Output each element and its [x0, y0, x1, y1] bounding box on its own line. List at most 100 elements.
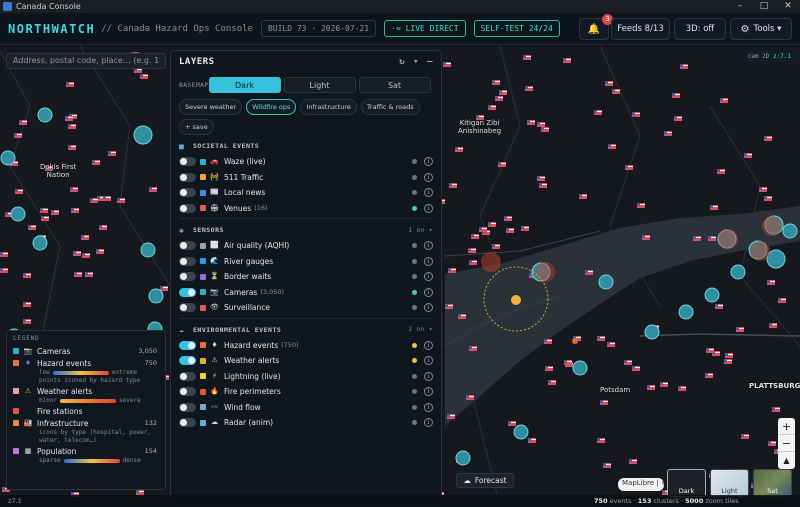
camera-flag-marker[interactable] [544, 339, 552, 344]
camera-flag-marker[interactable] [488, 222, 496, 227]
camera-flag-marker[interactable] [632, 112, 640, 117]
info-icon[interactable]: i [424, 157, 433, 167]
info-icon[interactable]: i [424, 188, 433, 198]
camera-flag-marker[interactable] [563, 58, 571, 63]
info-icon[interactable]: i [424, 303, 433, 313]
camera-flag-marker[interactable] [759, 187, 767, 192]
camera-flag-marker[interactable] [443, 62, 451, 67]
layer-section-header[interactable]: ■ SOCIETAL EVENTS [171, 138, 441, 154]
basemap-thumb-light[interactable]: Light [710, 469, 749, 497]
preset-chip[interactable]: Traffic & roads [360, 99, 420, 115]
basemap-option-sat[interactable]: Sat [358, 77, 431, 93]
camera-flag-marker[interactable] [674, 116, 682, 121]
camera-flag-marker[interactable] [564, 360, 572, 365]
camera-flag-marker[interactable] [455, 147, 463, 152]
camera-flag-marker[interactable] [68, 145, 76, 150]
camera-flag-marker[interactable] [508, 421, 516, 426]
cluster-marker[interactable] [730, 264, 746, 280]
fire-marker[interactable] [572, 338, 578, 344]
info-icon[interactable]: i [424, 241, 433, 251]
layer-toggle[interactable] [179, 188, 196, 198]
camera-flag-marker[interactable] [498, 162, 506, 167]
camera-flag-marker[interactable] [585, 270, 593, 275]
zoom-out-button[interactable]: − [778, 435, 795, 452]
camera-flag-marker[interactable] [629, 459, 637, 464]
cluster-marker[interactable] [644, 324, 660, 340]
camera-flag-marker[interactable] [40, 208, 48, 213]
camera-flag-marker[interactable] [23, 273, 31, 278]
camera-flag-marker[interactable] [605, 81, 613, 86]
cluster-marker[interactable] [513, 424, 529, 440]
collapse-icon[interactable]: – [427, 57, 433, 67]
camera-flag-marker[interactable] [708, 236, 716, 241]
cluster-marker[interactable] [32, 235, 48, 251]
zoom-in-button[interactable]: + [778, 418, 795, 435]
camera-flag-marker[interactable] [469, 346, 477, 351]
info-icon[interactable]: i [424, 256, 433, 266]
selected-hazard-marker[interactable] [511, 295, 521, 305]
camera-flag-marker[interactable] [458, 314, 466, 319]
camera-flag-marker[interactable] [720, 98, 728, 103]
cluster-marker[interactable] [37, 107, 53, 123]
camera-flag-marker[interactable] [715, 304, 723, 309]
camera-flag-marker[interactable] [725, 353, 733, 358]
cluster-marker[interactable] [455, 450, 471, 466]
compass-button[interactable]: ▲ [778, 452, 795, 469]
camera-flag-marker[interactable] [140, 74, 148, 79]
info-icon[interactable]: i [424, 356, 433, 366]
info-icon[interactable]: i [424, 371, 433, 381]
camera-flag-marker[interactable] [0, 268, 8, 273]
camera-flag-marker[interactable] [625, 165, 633, 170]
camera-flag-marker[interactable] [600, 400, 608, 405]
tools-button[interactable]: ⚙ Tools ▾ [730, 18, 792, 40]
maximize-icon[interactable]: □ [752, 0, 776, 13]
camera-flag-marker[interactable] [85, 272, 93, 277]
info-icon[interactable]: i [424, 287, 433, 297]
camera-flag-marker[interactable] [492, 244, 500, 249]
camera-flag-marker[interactable] [579, 194, 587, 199]
layer-toggle[interactable] [179, 241, 196, 251]
camera-flag-marker[interactable] [504, 216, 512, 221]
cluster-marker[interactable] [678, 304, 694, 320]
camera-flag-marker[interactable] [149, 187, 157, 192]
camera-flag-marker[interactable] [624, 360, 632, 365]
camera-flag-marker[interactable] [594, 110, 602, 115]
layer-toggle[interactable] [179, 303, 196, 313]
camera-flag-marker[interactable] [469, 260, 477, 265]
layer-toggle[interactable] [179, 172, 196, 182]
layer-toggle[interactable] [179, 418, 196, 428]
camera-flag-marker[interactable] [769, 323, 777, 328]
camera-flag-marker[interactable] [772, 407, 780, 412]
camera-flag-marker[interactable] [637, 203, 645, 208]
preset-chip[interactable]: Wildfire ops [246, 99, 297, 115]
camera-flag-marker[interactable] [448, 268, 456, 273]
cluster-marker[interactable] [572, 360, 588, 376]
camera-flag-marker[interactable] [764, 196, 772, 201]
camera-flag-marker[interactable] [19, 120, 27, 125]
camera-flag-marker[interactable] [90, 198, 98, 203]
camera-flag-marker[interactable] [468, 248, 476, 253]
layer-toggle[interactable] [179, 356, 196, 366]
info-icon[interactable]: i [424, 272, 433, 282]
camera-flag-marker[interactable] [506, 228, 514, 233]
camera-flag-marker[interactable] [778, 298, 786, 303]
layer-toggle[interactable] [179, 340, 196, 350]
camera-flag-marker[interactable] [466, 395, 474, 400]
basemap-option-light[interactable]: Light [283, 77, 356, 93]
camera-flag-marker[interactable] [706, 348, 714, 353]
camera-flag-marker[interactable] [488, 105, 496, 110]
forecast-button[interactable]: ☁ Forecast [456, 473, 514, 488]
layer-toggle[interactable] [179, 387, 196, 397]
camera-flag-marker[interactable] [767, 280, 775, 285]
layer-toggle[interactable] [179, 203, 196, 213]
3d-toggle-button[interactable]: 3D: off [674, 18, 726, 40]
camera-flag-marker[interactable] [445, 304, 453, 309]
camera-flag-marker[interactable] [65, 116, 73, 121]
layer-toggle[interactable] [179, 287, 196, 297]
camera-flag-marker[interactable] [597, 438, 605, 443]
layer-toggle[interactable] [179, 371, 196, 381]
refresh-icon[interactable]: ↻ [399, 57, 405, 67]
cluster-marker[interactable] [133, 125, 153, 145]
camera-flag-marker[interactable] [66, 82, 74, 87]
notifications-button[interactable]: 🔔 3 [579, 14, 613, 40]
